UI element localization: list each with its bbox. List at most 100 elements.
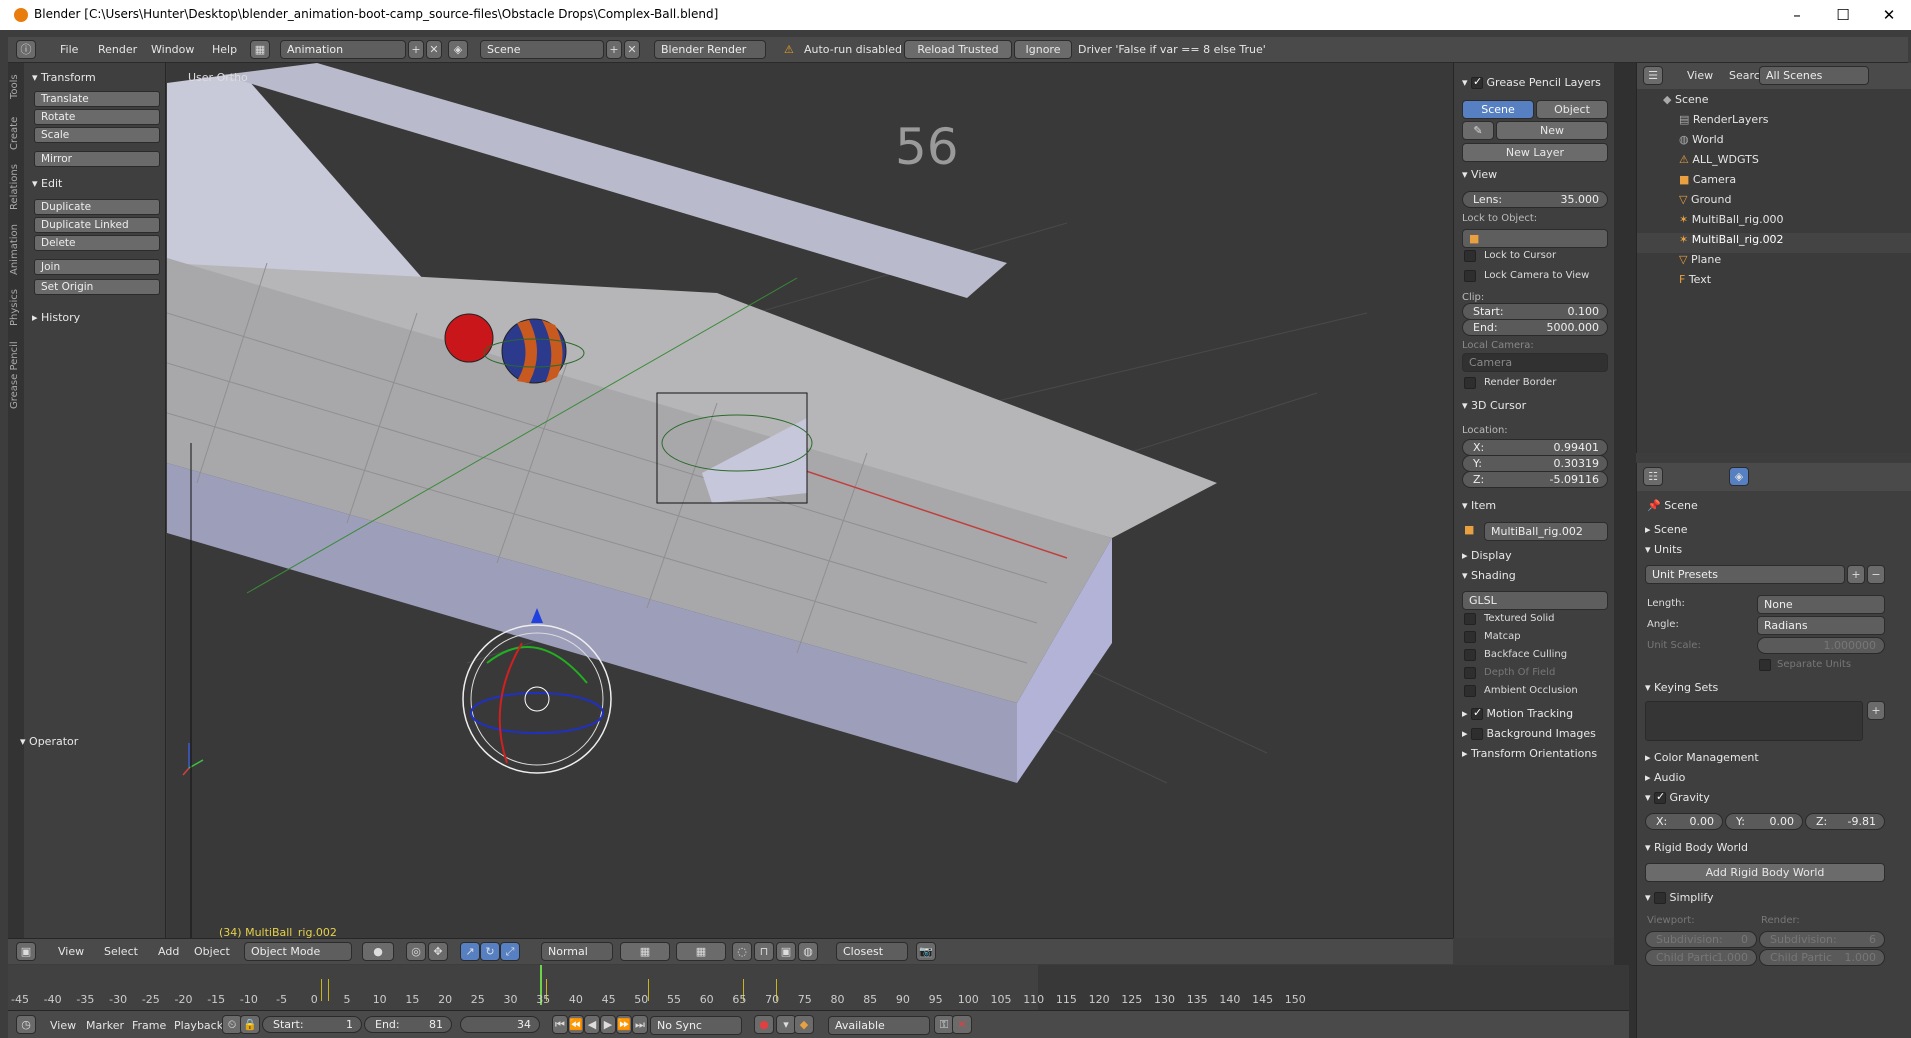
keyframe-icon[interactable]: ◆ <box>794 1015 814 1034</box>
orientation-select[interactable]: Normal <box>541 942 613 961</box>
gp-scene-tab[interactable]: Scene <box>1462 100 1534 119</box>
snap-icon[interactable]: ⊓ <box>754 942 774 961</box>
rotate-z-ring[interactable] <box>470 692 604 734</box>
item-name-field[interactable]: MultiBall_rig.002 <box>1484 522 1608 541</box>
snap-mode-select[interactable]: Closest <box>836 942 908 961</box>
outliner-row-world[interactable]: ◍ World <box>1637 133 1911 153</box>
timeline-menu-marker[interactable]: Marker <box>86 1019 124 1032</box>
rotate-y-ring[interactable] <box>486 646 588 684</box>
child-particles-viewport-field[interactable]: Child Partic 1.000 <box>1645 949 1757 966</box>
lock-camera-checkbox[interactable] <box>1464 270 1476 282</box>
start-frame-field[interactable]: Start: 1 <box>262 1016 362 1033</box>
translate-button[interactable]: Translate <box>34 91 160 107</box>
subdiv-viewport-field[interactable]: Subdivision: 0 <box>1645 931 1757 948</box>
gp-new-button[interactable]: New <box>1496 121 1608 140</box>
add-scene-icon[interactable]: + <box>606 40 622 59</box>
editor-type-icon[interactable]: ▣ <box>16 942 36 961</box>
gravity-checkbox[interactable] <box>1654 790 1667 804</box>
simplify-header[interactable]: ▾ Simplify <box>1645 891 1714 904</box>
jump-next-key-icon[interactable]: ⏩ <box>616 1015 632 1034</box>
lock-object-field[interactable]: ■ <box>1462 229 1608 248</box>
shading-panel-header[interactable]: ▾ Shading <box>1462 569 1516 582</box>
edit-panel-header[interactable]: ▾ Edit <box>32 177 62 190</box>
info-editor-icon[interactable]: ⓘ <box>16 40 36 59</box>
layers-2-icon[interactable]: ▦ <box>676 942 726 961</box>
cursor-panel-header[interactable]: ▾ 3D Cursor <box>1462 399 1526 412</box>
color-management-header[interactable]: ▸ Color Management <box>1645 751 1759 764</box>
textured-solid-checkbox[interactable] <box>1464 613 1476 625</box>
cursor-z-field[interactable]: Z: -5.09116 <box>1462 471 1608 488</box>
screen-layout-field[interactable]: Animation <box>280 40 406 59</box>
timeline-menu-view[interactable]: View <box>50 1019 76 1032</box>
outliner-row-multiball-002[interactable]: ✶ MultiBall_rig.002 <box>1637 233 1911 253</box>
minimize-button[interactable]: – <box>1774 0 1820 30</box>
outliner-row-camera[interactable]: ■ Camera <box>1637 173 1911 193</box>
rotate-manipulator-icon[interactable]: ↻ <box>480 942 500 961</box>
delete-button[interactable]: Delete <box>34 235 160 251</box>
transform-orientations-header[interactable]: ▸ Transform Orientations <box>1462 747 1597 760</box>
child-particles-render-field[interactable]: Child Partic 1.000 <box>1759 949 1885 966</box>
region-scrollbar[interactable] <box>1614 63 1636 1038</box>
keying-options-icon[interactable]: ▾ <box>776 1015 796 1034</box>
gravity-header[interactable]: ▾ Gravity <box>1645 790 1710 804</box>
menu-window[interactable]: Window <box>151 43 194 56</box>
scene-icon[interactable]: ◈ <box>448 40 468 59</box>
tab-animation[interactable]: Animation <box>9 219 23 281</box>
add-preset-icon[interactable]: + <box>1847 565 1865 584</box>
keying-set-field[interactable]: Available <box>828 1016 930 1035</box>
menu-file[interactable]: File <box>60 43 78 56</box>
props-editor-icon[interactable]: ☷ <box>1643 467 1663 486</box>
gp-brush-icon[interactable]: ✎ <box>1462 121 1494 140</box>
transform-panel-header[interactable]: ▾ Transform <box>32 71 96 84</box>
lock-to-cursor-checkbox[interactable] <box>1464 250 1476 262</box>
audio-header[interactable]: ▸ Audio <box>1645 771 1685 784</box>
tab-physics[interactable]: Physics <box>9 285 23 331</box>
gravity-z-field[interactable]: Z: -9.81 <box>1805 813 1885 830</box>
menu-help[interactable]: Help <box>212 43 237 56</box>
motion-tracking-checkbox[interactable] <box>1471 706 1484 720</box>
outliner-row-plane[interactable]: ▽ Plane <box>1637 253 1911 273</box>
outliner-row-all-wdgts[interactable]: ⚠ ALL_WDGTS <box>1637 153 1911 173</box>
layers-icon[interactable]: ▦ <box>620 942 670 961</box>
gravity-y-field[interactable]: Y: 0.00 <box>1725 813 1803 830</box>
outliner-menu-view[interactable]: View <box>1687 69 1713 82</box>
length-select[interactable]: None <box>1757 595 1885 614</box>
timeline-menu-playback[interactable]: Playback <box>174 1019 223 1032</box>
tab-tools[interactable]: Tools <box>9 67 23 107</box>
add-rigid-body-world-button[interactable]: Add Rigid Body World <box>1645 863 1885 882</box>
remove-scene-icon[interactable]: ✕ <box>624 40 640 59</box>
scale-manipulator-icon[interactable]: ⤢ <box>500 942 520 961</box>
menu-add[interactable]: Add <box>158 945 179 958</box>
ignore-button[interactable]: Ignore <box>1014 40 1072 59</box>
manipulator-toggle-icon[interactable]: ✥ <box>428 942 448 961</box>
bg-images-checkbox[interactable] <box>1471 728 1484 740</box>
new-layer-button[interactable]: New Layer <box>1462 143 1608 162</box>
gravity-x-field[interactable]: X: 0.00 <box>1645 813 1723 830</box>
rotate-x-ring[interactable] <box>498 642 523 764</box>
operator-panel-header[interactable]: ▾ Operator <box>20 735 78 748</box>
outliner-filter-select[interactable]: All Scenes <box>1759 66 1869 85</box>
join-button[interactable]: Join <box>34 259 160 275</box>
remove-preset-icon[interactable]: − <box>1867 565 1885 584</box>
outliner-row-scene[interactable]: ◆ Scene <box>1637 93 1911 113</box>
timeline-editor-icon[interactable]: ◷ <box>16 1015 36 1034</box>
delete-keyframe-icon[interactable]: ✕ <box>952 1015 972 1034</box>
scene-panel-header[interactable]: ▸ Scene <box>1645 523 1688 536</box>
timeline-menu-frame[interactable]: Frame <box>132 1019 166 1032</box>
outliner-row-renderlayers[interactable]: ▤ RenderLayers <box>1637 113 1911 133</box>
display-panel-header[interactable]: ▸ Display <box>1462 549 1512 562</box>
item-panel-header[interactable]: ▾ Item <box>1462 499 1496 512</box>
outliner-row-multiball-000[interactable]: ✶ MultiBall_rig.000 <box>1637 213 1911 233</box>
clip-start-field[interactable]: Start: 0.100 <box>1462 303 1608 320</box>
matcap-checkbox[interactable] <box>1464 631 1476 643</box>
keying-sets-list[interactable] <box>1645 701 1863 741</box>
ao-checkbox[interactable] <box>1464 685 1476 697</box>
add-keying-set-icon[interactable]: + <box>1867 701 1885 720</box>
end-frame-field[interactable]: End: 81 <box>364 1016 452 1033</box>
scene-context-icon[interactable]: ◈ <box>1729 467 1749 486</box>
units-panel-header[interactable]: ▾ Units <box>1645 543 1682 556</box>
snap-target-icon[interactable]: ◍ <box>798 942 818 961</box>
tab-relations[interactable]: Relations <box>9 159 23 215</box>
rotate-button[interactable]: Rotate <box>34 109 160 125</box>
scene-field[interactable]: Scene <box>480 40 604 59</box>
